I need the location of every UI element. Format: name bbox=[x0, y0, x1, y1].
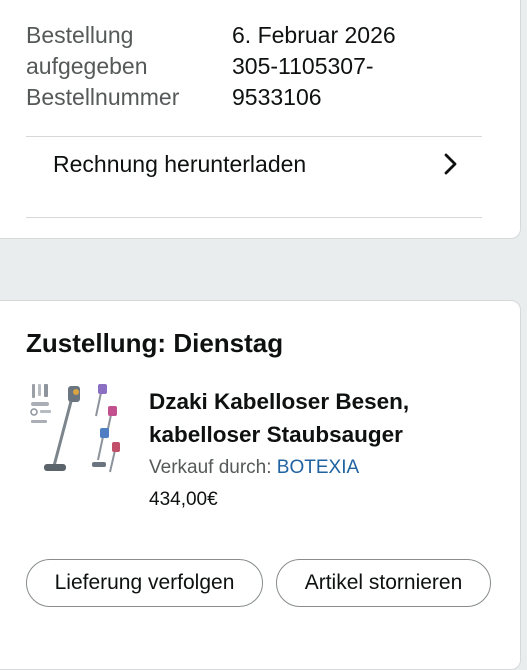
download-invoice-label: Rechnung herunterladen bbox=[53, 151, 307, 177]
seller-prefix: Verkauf durch: bbox=[149, 457, 277, 478]
order-info-values: 6. Februar 2026 305-1105307- 9533106 bbox=[232, 22, 396, 110]
cancel-item-button[interactable]: Artikel stornieren bbox=[276, 559, 491, 607]
cordless-vacuum-product-image[interactable] bbox=[26, 380, 122, 480]
order-details-card: Bestellung aufgegeben Bestellnummer 6. F… bbox=[0, 0, 521, 239]
download-invoice-row[interactable]: Rechnung herunterladen bbox=[26, 136, 482, 217]
seller-line: Verkauf durch: BOTEXIA bbox=[149, 455, 359, 481]
delivery-card: Zustellung: Dienstag Dzaki Kabelloser Be… bbox=[0, 300, 521, 670]
order-info-labels: Bestellung aufgegeben Bestellnummer bbox=[26, 22, 180, 110]
divider bbox=[26, 217, 482, 218]
chevron-right-icon bbox=[444, 153, 457, 175]
seller-link[interactable]: BOTEXIA bbox=[277, 457, 359, 478]
product-title-link[interactable]: Dzaki Kabelloser Besen, kabelloser Staub… bbox=[149, 385, 489, 451]
track-package-button[interactable]: Lieferung verfolgen bbox=[26, 559, 263, 607]
delivery-date-heading: Zustellung: Dienstag bbox=[26, 328, 284, 358]
product-price: 434,00€ bbox=[149, 489, 218, 510]
